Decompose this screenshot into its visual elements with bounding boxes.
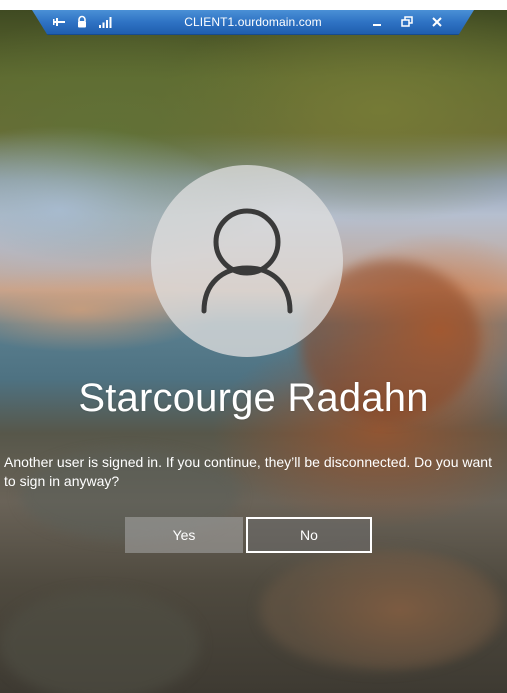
- close-icon[interactable]: [430, 15, 444, 29]
- user-avatar: [151, 165, 343, 357]
- yes-button[interactable]: Yes: [125, 517, 243, 553]
- restore-icon[interactable]: [400, 15, 414, 29]
- minimize-icon[interactable]: [370, 15, 384, 29]
- user-name: Starcourge Radahn: [78, 376, 429, 420]
- remote-desktop-screen: CLIENT1.ourdomain.com Starcourge Radahn …: [0, 0, 507, 693]
- rdp-bar-window-controls: [370, 13, 444, 31]
- user-avatar-icon: [201, 208, 293, 314]
- sign-in-warning-message: Another user is signed in. If you contin…: [4, 454, 492, 489]
- top-strip: [0, 0, 507, 10]
- no-button[interactable]: No: [246, 517, 372, 553]
- rdp-connection-bar: CLIENT1.ourdomain.com: [32, 10, 474, 35]
